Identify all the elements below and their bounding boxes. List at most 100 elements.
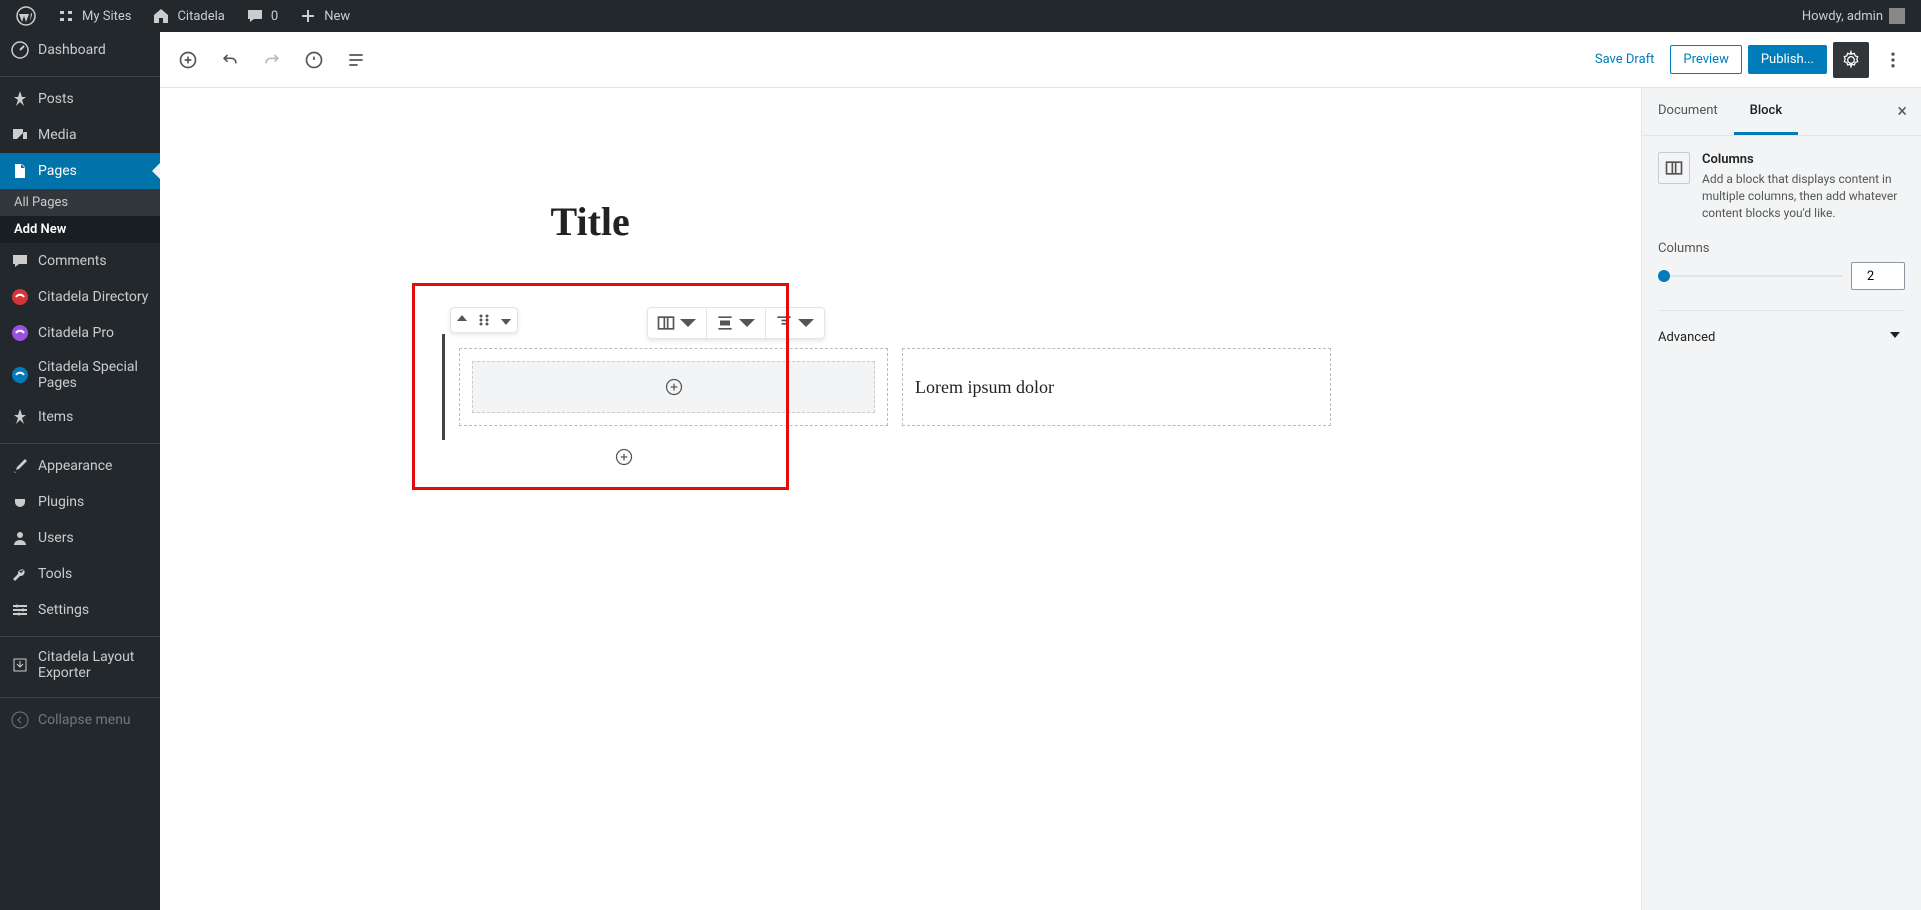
menu-posts[interactable]: Posts bbox=[0, 81, 160, 117]
menu-label: Posts bbox=[38, 91, 74, 107]
menu-users[interactable]: Users bbox=[0, 520, 160, 556]
menu-label: Citadela Layout Exporter bbox=[38, 649, 150, 681]
brush-icon bbox=[10, 456, 30, 476]
menu-label: Citadela Directory bbox=[38, 289, 148, 305]
citadela-pro-icon bbox=[10, 323, 30, 343]
column-content[interactable]: Lorem ipsum dolor bbox=[915, 377, 1054, 398]
menu-pages[interactable]: Pages bbox=[0, 153, 160, 189]
columns-block[interactable]: Lorem ipsum dolor bbox=[442, 334, 1345, 440]
site-name[interactable]: Citadela bbox=[143, 0, 232, 32]
menu-label: Comments bbox=[38, 253, 107, 269]
column-2[interactable]: Lorem ipsum dolor bbox=[902, 348, 1331, 426]
plug-icon bbox=[10, 492, 30, 512]
column-1[interactable] bbox=[459, 348, 888, 426]
menu-label: Media bbox=[38, 127, 77, 143]
site-name-label: Citadela bbox=[177, 9, 224, 24]
wrench-icon bbox=[10, 564, 30, 584]
column-appender[interactable] bbox=[472, 361, 875, 413]
menu-items[interactable]: Items bbox=[0, 399, 160, 435]
menu-label: Appearance bbox=[38, 458, 112, 474]
advanced-label: Advanced bbox=[1658, 330, 1715, 345]
avatar-icon bbox=[1889, 8, 1905, 24]
block-title: Columns bbox=[1702, 152, 1905, 167]
menu-label: Items bbox=[38, 409, 73, 425]
pin-icon bbox=[10, 89, 30, 109]
menu-label: Users bbox=[38, 530, 74, 546]
advanced-panel[interactable]: Advanced bbox=[1658, 310, 1905, 363]
default-appender[interactable] bbox=[612, 445, 636, 469]
menu-label: Dashboard bbox=[38, 42, 106, 58]
pin-icon bbox=[10, 407, 30, 427]
collapse-icon bbox=[10, 710, 30, 730]
menu-plugins[interactable]: Plugins bbox=[0, 484, 160, 520]
citadela-special-icon bbox=[10, 365, 30, 385]
menu-citadela-directory[interactable]: Citadela Directory bbox=[0, 279, 160, 315]
user-icon bbox=[10, 528, 30, 548]
move-down-button[interactable] bbox=[495, 308, 517, 332]
media-icon bbox=[10, 125, 30, 145]
editor-header: Save Draft Preview Publish... bbox=[160, 32, 1921, 88]
user-greeting[interactable]: Howdy, admin bbox=[1794, 0, 1913, 32]
save-draft-button[interactable]: Save Draft bbox=[1585, 46, 1665, 73]
more-options-button[interactable] bbox=[1875, 42, 1911, 78]
menu-media[interactable]: Media bbox=[0, 117, 160, 153]
menu-label: Tools bbox=[38, 566, 72, 582]
menu-citadela-pro[interactable]: Citadela Pro bbox=[0, 315, 160, 351]
columns-control-label: Columns bbox=[1658, 241, 1905, 256]
block-inspector: Document Block × Columns Add a block tha… bbox=[1641, 88, 1921, 910]
redo-button[interactable] bbox=[254, 42, 290, 78]
post-title[interactable]: Title bbox=[551, 198, 1251, 245]
submenu-all-pages[interactable]: All Pages bbox=[0, 189, 160, 216]
block-tab[interactable]: Block bbox=[1734, 89, 1798, 135]
menu-dashboard[interactable]: Dashboard bbox=[0, 32, 160, 68]
preview-button[interactable]: Preview bbox=[1670, 45, 1741, 74]
slider-thumb[interactable] bbox=[1658, 270, 1670, 282]
editor-canvas[interactable]: Title Lorem ipsum d bbox=[160, 88, 1641, 910]
menu-label: Citadela Special Pages bbox=[38, 359, 150, 391]
wp-logo[interactable] bbox=[8, 0, 44, 32]
content-structure-button[interactable] bbox=[296, 42, 332, 78]
undo-button[interactable] bbox=[212, 42, 248, 78]
home-icon bbox=[151, 6, 171, 26]
export-icon bbox=[10, 655, 30, 675]
menu-citadela-exporter[interactable]: Citadela Layout Exporter bbox=[0, 641, 160, 689]
columns-slider[interactable] bbox=[1658, 275, 1843, 277]
wordpress-icon bbox=[16, 6, 36, 26]
admin-bar: My Sites Citadela 0 New Howdy, admin bbox=[0, 0, 1921, 32]
drag-handle[interactable] bbox=[473, 308, 495, 332]
page-icon bbox=[10, 161, 30, 181]
block-navigation-button[interactable] bbox=[338, 42, 374, 78]
comment-icon bbox=[245, 6, 265, 26]
menu-appearance[interactable]: Appearance bbox=[0, 448, 160, 484]
columns-number-input[interactable] bbox=[1851, 262, 1905, 290]
my-sites[interactable]: My Sites bbox=[48, 0, 139, 32]
greeting-text: Howdy, admin bbox=[1802, 9, 1883, 24]
menu-label: Citadela Pro bbox=[38, 325, 114, 341]
menu-comments[interactable]: Comments bbox=[0, 243, 160, 279]
add-block-button[interactable] bbox=[170, 42, 206, 78]
citadela-dir-icon bbox=[10, 287, 30, 307]
comments-count: 0 bbox=[271, 9, 278, 24]
move-up-button[interactable] bbox=[451, 308, 473, 332]
menu-label: Settings bbox=[38, 602, 89, 618]
network-icon bbox=[56, 6, 76, 26]
new-content[interactable]: New bbox=[290, 0, 358, 32]
settings-toggle[interactable] bbox=[1833, 42, 1869, 78]
block-mover bbox=[450, 307, 518, 333]
publish-button[interactable]: Publish... bbox=[1748, 45, 1827, 74]
menu-citadela-special[interactable]: Citadela Special Pages bbox=[0, 351, 160, 399]
close-inspector[interactable]: × bbox=[1883, 101, 1921, 122]
submenu-add-new[interactable]: Add New bbox=[0, 216, 160, 243]
plus-icon bbox=[298, 6, 318, 26]
menu-tools[interactable]: Tools bbox=[0, 556, 160, 592]
comment-icon bbox=[10, 251, 30, 271]
new-label: New bbox=[324, 9, 350, 24]
admin-menu: Dashboard Posts Media Pages All Pages Ad… bbox=[0, 32, 160, 910]
menu-collapse[interactable]: Collapse menu bbox=[0, 702, 160, 738]
my-sites-label: My Sites bbox=[82, 9, 131, 24]
document-tab[interactable]: Document bbox=[1642, 89, 1734, 135]
sliders-icon bbox=[10, 600, 30, 620]
menu-settings[interactable]: Settings bbox=[0, 592, 160, 628]
comments-link[interactable]: 0 bbox=[237, 0, 286, 32]
columns-icon bbox=[1658, 152, 1690, 184]
